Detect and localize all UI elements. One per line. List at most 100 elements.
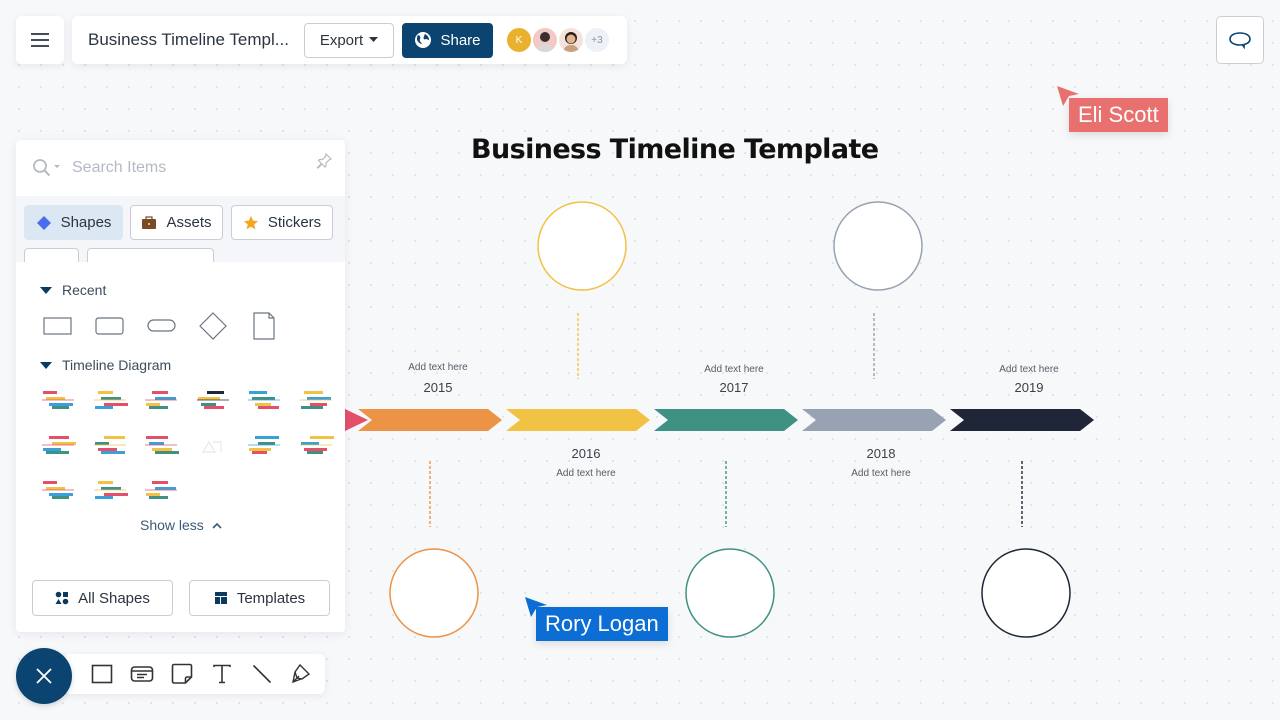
milestone-circle-2017[interactable] bbox=[685, 548, 775, 638]
card-icon bbox=[130, 666, 154, 682]
template-icon bbox=[214, 592, 227, 604]
card-tool[interactable] bbox=[130, 662, 154, 686]
close-icon bbox=[36, 668, 52, 684]
triangle-down-icon bbox=[40, 361, 52, 369]
section-label: Timeline Diagram bbox=[62, 357, 172, 373]
caret-down-icon bbox=[369, 37, 379, 42]
tab-label: Assets bbox=[166, 214, 212, 231]
rectangle-shape-icon[interactable] bbox=[43, 316, 73, 336]
collaborator-avatars: K +3 bbox=[507, 28, 611, 52]
triangle-down-icon bbox=[40, 286, 52, 294]
milestone-circle-2019[interactable] bbox=[981, 548, 1071, 638]
all-shapes-button[interactable]: All Shapes bbox=[32, 580, 173, 616]
milestone-2018-text[interactable]: Add text here bbox=[821, 468, 941, 479]
timeline-template-thumbnail[interactable] bbox=[195, 430, 231, 460]
milestone-2016-year[interactable]: 2016 bbox=[546, 446, 626, 461]
avatar[interactable]: K bbox=[507, 28, 531, 52]
shapes-grid-icon bbox=[55, 591, 69, 605]
show-less-label: Show less bbox=[140, 517, 204, 533]
share-button[interactable]: Share bbox=[402, 22, 493, 58]
timeline-template-thumbnail[interactable] bbox=[246, 430, 282, 460]
milestone-2019-year[interactable]: 2019 bbox=[989, 380, 1069, 395]
text-tool[interactable] bbox=[210, 662, 234, 686]
timeline-template-thumbnail[interactable] bbox=[246, 385, 282, 415]
rounded-rectangle-shape-icon[interactable] bbox=[95, 316, 125, 336]
search-icon[interactable] bbox=[32, 158, 62, 178]
pin-icon[interactable] bbox=[315, 152, 333, 170]
comment-icon bbox=[1229, 32, 1251, 49]
section-recent[interactable]: Recent bbox=[40, 282, 106, 298]
sticky-note-tool[interactable] bbox=[170, 662, 194, 686]
timeline-template-thumbnail[interactable] bbox=[40, 430, 76, 460]
search-input[interactable] bbox=[72, 159, 292, 177]
share-label: Share bbox=[440, 31, 481, 49]
milestone-2017-text[interactable]: Add text here bbox=[674, 364, 794, 375]
more-collaborators-badge[interactable]: +3 bbox=[585, 28, 609, 52]
milestone-2018-year[interactable]: 2018 bbox=[841, 446, 921, 461]
milestone-2015-text[interactable]: Add text here bbox=[378, 362, 498, 373]
export-button[interactable]: Export bbox=[304, 22, 394, 58]
text-icon bbox=[213, 664, 231, 684]
timeline-template-thumbnail[interactable] bbox=[92, 430, 128, 460]
menu-button[interactable] bbox=[16, 16, 64, 64]
collaborator-cursor-label: Rory Logan bbox=[536, 607, 668, 641]
tab-assets[interactable]: Assets bbox=[130, 205, 223, 240]
timeline-segment-2015[interactable] bbox=[358, 409, 502, 431]
milestone-2016-text[interactable]: Add text here bbox=[526, 468, 646, 479]
milestone-circle-2015[interactable] bbox=[389, 548, 479, 638]
templates-button[interactable]: Templates bbox=[189, 580, 330, 616]
timeline-template-thumbnail[interactable] bbox=[298, 430, 334, 460]
timeline-template-thumbnail[interactable] bbox=[40, 475, 76, 505]
person-avatar-icon bbox=[536, 32, 554, 52]
timeline-template-thumbnail[interactable] bbox=[298, 385, 334, 415]
star-icon bbox=[243, 215, 258, 229]
milestone-2015-year[interactable]: 2015 bbox=[398, 380, 478, 395]
avatar[interactable] bbox=[559, 28, 583, 52]
milestone-circle-2018[interactable] bbox=[833, 201, 923, 291]
milestone-circle-2016[interactable] bbox=[537, 201, 627, 291]
globe-icon bbox=[415, 32, 432, 48]
tab-stickers[interactable]: Stickers bbox=[231, 205, 333, 240]
document-shape-icon[interactable] bbox=[252, 312, 276, 340]
templates-label: Templates bbox=[236, 589, 306, 607]
section-label: Recent bbox=[62, 282, 107, 298]
tab-label: Shapes bbox=[60, 214, 112, 231]
close-toolbar-button[interactable] bbox=[16, 648, 72, 704]
tab-label: Stickers bbox=[267, 214, 322, 231]
sticky-note-icon bbox=[171, 663, 193, 684]
all-shapes-label: All Shapes bbox=[78, 589, 150, 607]
pen-tool[interactable] bbox=[290, 662, 314, 686]
document-title[interactable]: Business Timeline Templ... bbox=[88, 30, 304, 50]
timeline-segment-2017[interactable] bbox=[654, 409, 798, 431]
rectangle-tool[interactable] bbox=[90, 662, 114, 686]
diamond-shape-icon[interactable] bbox=[198, 311, 228, 341]
rectangle-icon bbox=[91, 664, 113, 684]
timeline-template-thumbnail[interactable] bbox=[40, 385, 76, 415]
tab-shapes[interactable]: Shapes bbox=[24, 205, 123, 240]
milestone-2017-year[interactable]: 2017 bbox=[694, 380, 774, 395]
person-avatar-icon bbox=[563, 32, 579, 52]
timeline-template-thumbnail[interactable] bbox=[195, 385, 231, 415]
pill-shape-icon[interactable] bbox=[147, 318, 177, 334]
timeline-template-thumbnail[interactable] bbox=[92, 475, 128, 505]
timeline-segment-2019[interactable] bbox=[950, 409, 1094, 431]
timeline-template-thumbnail[interactable] bbox=[143, 475, 179, 505]
timeline-segment-2018[interactable] bbox=[802, 409, 946, 431]
top-bar: Business Timeline Templ... Export Share … bbox=[72, 16, 627, 64]
diamond-icon bbox=[36, 215, 51, 230]
timeline-template-thumbnail[interactable] bbox=[143, 385, 179, 415]
timeline-template-thumbnail[interactable] bbox=[92, 385, 128, 415]
hamburger-icon bbox=[31, 33, 49, 47]
section-timeline-diagram[interactable]: Timeline Diagram bbox=[40, 357, 171, 373]
diagram-title[interactable]: Business Timeline Template bbox=[471, 134, 879, 165]
comments-button[interactable] bbox=[1216, 16, 1264, 64]
panel-body: Recent Timeline Diagram Show less All Sh… bbox=[16, 262, 345, 632]
milestone-2019-text[interactable]: Add text here bbox=[969, 364, 1089, 375]
collaborator-cursor-label: Eli Scott bbox=[1069, 98, 1168, 132]
line-tool[interactable] bbox=[250, 662, 274, 686]
avatar[interactable] bbox=[533, 28, 557, 52]
pen-icon bbox=[292, 663, 311, 684]
timeline-template-thumbnail[interactable] bbox=[143, 430, 179, 460]
timeline-segment-2016[interactable] bbox=[506, 409, 650, 431]
show-less-button[interactable]: Show less bbox=[140, 517, 222, 533]
